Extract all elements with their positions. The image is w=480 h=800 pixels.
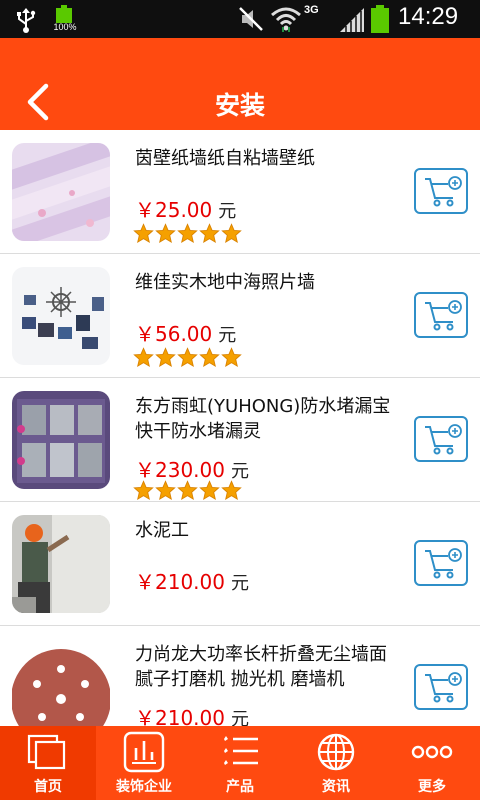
star-icon	[155, 223, 176, 243]
star-icon	[155, 347, 176, 367]
price-value: ￥230.00	[135, 458, 225, 482]
wifi-icon	[271, 7, 301, 32]
star-icon	[221, 223, 242, 243]
tab-label: 资讯	[322, 779, 350, 795]
rating-stars	[133, 347, 242, 369]
rating-stars	[133, 223, 242, 245]
cart-add-icon	[425, 300, 462, 331]
signal-icon	[340, 8, 364, 32]
add-to-cart-button[interactable]	[414, 416, 468, 462]
product-thumbnail-wallpaper[interactable]	[12, 143, 110, 241]
star-icon	[133, 223, 154, 243]
star-icon	[177, 223, 198, 243]
tab-more[interactable]: 更多	[384, 726, 480, 800]
product-thumbnail-photowall[interactable]	[12, 267, 110, 365]
list-icon	[224, 736, 258, 765]
price-unit: 元	[230, 461, 249, 482]
star-icon	[221, 480, 242, 500]
product-row[interactable]: 力尚龙大功率长杆折叠无尘墙面腻子打磨机 抛光机 磨墙机 ￥210.00 元	[0, 626, 480, 726]
product-name[interactable]: 水泥工	[135, 518, 395, 543]
globe-icon	[317, 733, 355, 771]
product-row[interactable]: 茵壁纸墙纸自粘墙壁纸 ￥25.00 元	[0, 130, 480, 254]
star-icon	[199, 347, 220, 367]
price-value: ￥210.00	[135, 706, 225, 726]
product-row[interactable]: 水泥工 ￥210.00 元	[0, 502, 480, 626]
product-price: ￥230.00 元	[135, 454, 249, 483]
star-icon	[199, 480, 220, 500]
add-to-cart-button[interactable]	[414, 292, 468, 338]
price-unit: 元	[230, 709, 249, 726]
product-price: ￥210.00 元	[135, 702, 249, 726]
add-to-cart-button[interactable]	[414, 168, 468, 214]
tab-label: 产品	[226, 779, 254, 795]
product-price: ￥56.00 元	[135, 318, 236, 347]
bottom-nav: 首页 装饰企业 产品 资讯 更多	[0, 726, 480, 800]
star-icon	[155, 480, 176, 500]
star-icon	[133, 480, 154, 500]
product-row[interactable]: 维佳实木地中海照片墙 ￥56.00 元	[0, 254, 480, 378]
price-unit: 元	[218, 325, 237, 346]
usb-icon	[17, 8, 36, 33]
add-to-cart-button[interactable]	[414, 664, 468, 710]
home-icon	[27, 734, 66, 770]
product-thumbnail-waterproof[interactable]	[12, 391, 110, 489]
price-unit: 元	[218, 201, 237, 222]
battery-icon	[371, 5, 389, 33]
rating-stars	[133, 480, 242, 502]
page-title: 安装	[214, 91, 265, 120]
status-bar: 100% 3G 14:29	[0, 0, 480, 38]
product-name[interactable]: 力尚龙大功率长杆折叠无尘墙面腻子打磨机 抛光机 磨墙机	[135, 642, 395, 692]
more-icon	[411, 745, 453, 759]
mute-icon	[239, 7, 263, 31]
tab-enterprises[interactable]: 装饰企业	[96, 726, 192, 800]
product-price: ￥210.00 元	[135, 566, 249, 595]
product-name[interactable]: 茵壁纸墙纸自粘墙壁纸	[135, 146, 395, 171]
tab-label: 首页	[34, 779, 62, 795]
star-icon	[177, 480, 198, 500]
tab-home[interactable]: 首页	[0, 726, 96, 800]
cart-add-icon	[425, 672, 462, 703]
price-unit: 元	[230, 573, 249, 594]
cart-add-icon	[425, 424, 462, 455]
chart-icon	[123, 731, 165, 773]
battery-full-icon: 100%	[50, 5, 78, 35]
tab-products[interactable]: 产品	[192, 726, 288, 800]
product-list[interactable]: 茵壁纸墙纸自粘墙壁纸 ￥25.00 元 维佳实木地中海照片墙 ￥56.00 元 …	[0, 130, 480, 726]
product-thumbnail-sander[interactable]	[12, 639, 110, 726]
star-icon	[199, 223, 220, 243]
star-icon	[133, 347, 154, 367]
tab-label: 装饰企业	[116, 779, 172, 795]
tab-news[interactable]: 资讯	[288, 726, 384, 800]
product-row[interactable]: 东方雨虹(YUHONG)防水堵漏宝 快干防水堵漏灵 ￥230.00 元	[0, 378, 480, 502]
product-price: ￥25.00 元	[135, 194, 236, 223]
cart-add-icon	[425, 176, 462, 207]
cart-add-icon	[425, 548, 462, 579]
network-type: 3G	[304, 4, 319, 16]
price-value: ￥56.00	[135, 322, 213, 346]
product-name[interactable]: 东方雨虹(YUHONG)防水堵漏宝 快干防水堵漏灵	[135, 394, 395, 444]
clock: 14:29	[398, 3, 459, 30]
tab-label: 更多	[418, 779, 446, 795]
star-icon	[221, 347, 242, 367]
price-value: ￥210.00	[135, 570, 225, 594]
add-to-cart-button[interactable]	[414, 540, 468, 586]
battery-percent: 100%	[53, 22, 77, 32]
app-header: 安装	[0, 38, 480, 130]
price-value: ￥25.00	[135, 198, 213, 222]
product-name[interactable]: 维佳实木地中海照片墙	[135, 270, 395, 295]
product-thumbnail-cement[interactable]	[12, 515, 110, 613]
star-icon	[177, 347, 198, 367]
